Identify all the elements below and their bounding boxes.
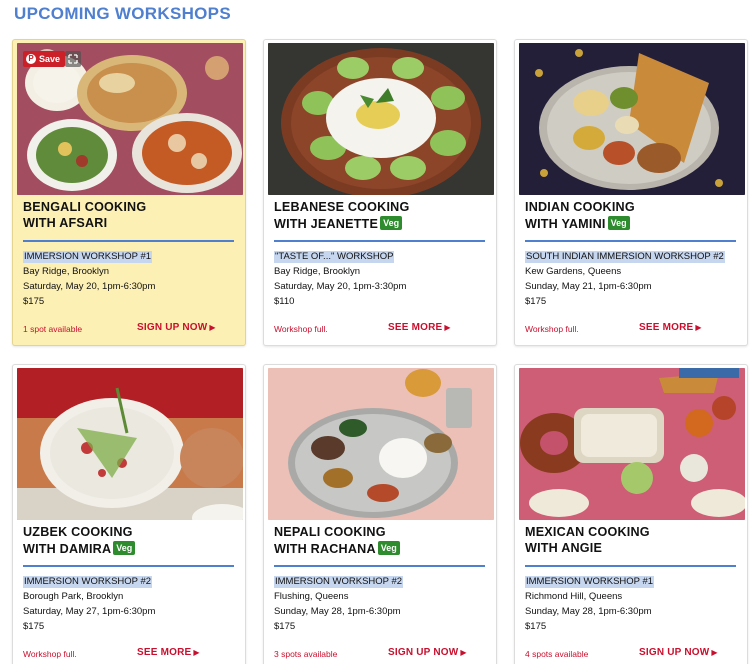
workshop-type: IMMERSION WORKSHOP #1 [525, 576, 655, 588]
action-label: SIGN UP NOW [137, 322, 208, 333]
pinterest-icon: P [26, 54, 36, 64]
availability-status: Workshop full. [274, 324, 328, 334]
right-triangle-icon: ▶ [193, 648, 200, 657]
availability-status: 1 spot available [23, 324, 83, 334]
workshop-name[interactable]: UZBEK COOKING WITH DAMIRA Veg [23, 525, 237, 557]
veg-badge: Veg [113, 540, 136, 555]
workshop-name-line1: INDIAN COOKING [525, 200, 635, 214]
workshop-card-mexican[interactable]: MEXICAN COOKING WITH ANGIE IMMERSION WOR… [514, 364, 748, 664]
divider [23, 240, 234, 242]
workshop-card-uzbek[interactable]: UZBEK COOKING WITH DAMIRA Veg IMMERSION W… [12, 364, 246, 664]
workshop-price: $175 [525, 296, 547, 307]
action-label: SEE MORE [137, 647, 192, 658]
veg-badge: Veg [380, 215, 403, 230]
workshop-card-nepali[interactable]: NEPALI COOKING WITH RACHANA Veg IMMERSION… [263, 364, 497, 664]
workshop-name-line1: LEBANESE COOKING [274, 200, 410, 214]
workshop-name[interactable]: INDIAN COOKING WITH YAMINI Veg [525, 200, 739, 232]
see-more-link[interactable]: SEE MORE ▶ [388, 322, 451, 333]
availability-status: 4 spots available [525, 649, 589, 659]
divider [525, 240, 736, 242]
right-triangle-icon: ▶ [460, 648, 467, 657]
workshop-name-line2: WITH ANGIE [525, 540, 603, 555]
workshop-name-line2: WITH AFSARI [23, 215, 108, 230]
divider [525, 565, 736, 567]
expand-icon[interactable] [65, 51, 81, 67]
action-label: SEE MORE [388, 322, 443, 333]
workshop-type: IMMERSION WORKSHOP #1 [23, 251, 153, 263]
see-more-link[interactable]: SEE MORE ▶ [137, 647, 200, 658]
workshop-price: $175 [23, 621, 45, 632]
right-triangle-icon: ▶ [711, 648, 718, 657]
workshop-location: Borough Park, Brooklyn [23, 591, 124, 602]
workshop-name-line2: WITH RACHANA [274, 541, 376, 556]
workshop-name[interactable]: LEBANESE COOKING WITH JEANETTE Veg [274, 200, 488, 232]
workshop-date: Sunday, May 21, 1pm-6:30pm [525, 281, 652, 292]
workshop-type: IMMERSION WORKSHOP #2 [23, 576, 153, 588]
workshop-date: Saturday, May 20, 1pm-3:30pm [274, 281, 407, 292]
workshop-photo-indian [519, 43, 745, 195]
workshop-price: $175 [23, 296, 45, 307]
workshop-location: Bay Ridge, Brooklyn [274, 266, 361, 277]
right-triangle-icon: ▶ [695, 323, 702, 332]
workshop-name-line1: NEPALI COOKING [274, 525, 386, 539]
workshop-name-line1: BENGALI COOKING [23, 200, 147, 214]
workshop-price: $175 [525, 621, 547, 632]
divider [274, 240, 485, 242]
workshop-location: Flushing, Queens [274, 591, 349, 602]
page-title: UPCOMING WORKSHOPS [14, 4, 231, 23]
workshop-name[interactable]: MEXICAN COOKING WITH ANGIE [525, 525, 739, 556]
divider [23, 565, 234, 567]
workshop-type: IMMERSION WORKSHOP #2 [274, 576, 404, 588]
pinterest-save-button[interactable]: P Save [23, 51, 66, 67]
workshop-name-line2: WITH YAMINI [525, 216, 606, 231]
workshop-date: Saturday, May 27, 1pm-6:30pm [23, 606, 156, 617]
availability-status: Workshop full. [525, 324, 579, 334]
action-label: SIGN UP NOW [388, 647, 459, 658]
sign-up-link[interactable]: SIGN UP NOW ▶ [388, 647, 467, 658]
workshop-price: $175 [274, 621, 296, 632]
workshop-name-line2: WITH DAMIRA [23, 541, 112, 556]
workshop-name-line1: MEXICAN COOKING [525, 525, 650, 539]
pinterest-save-label: Save [39, 54, 61, 64]
workshop-card-bengali[interactable]: P Save BENGALI COOKING WITH AFSARI IMMER… [12, 39, 246, 346]
action-label: SEE MORE [639, 322, 694, 333]
workshop-photo-nepali [268, 368, 494, 520]
right-triangle-icon: ▶ [209, 323, 216, 332]
workshop-location: Richmond Hill, Queens [525, 591, 623, 602]
veg-badge: Veg [607, 215, 630, 230]
workshop-name[interactable]: NEPALI COOKING WITH RACHANA Veg [274, 525, 488, 557]
workshop-price: $110 [274, 296, 295, 307]
workshop-name-line2: WITH JEANETTE [274, 216, 379, 231]
workshop-type: SOUTH INDIAN IMMERSION WORKSHOP #2 [525, 251, 725, 263]
workshop-card-lebanese[interactable]: LEBANESE COOKING WITH JEANETTE Veg "TASTE… [263, 39, 497, 346]
workshop-card-indian[interactable]: INDIAN COOKING WITH YAMINI Veg SOUTH INDI… [514, 39, 748, 346]
workshop-location: Kew Gardens, Queens [525, 266, 622, 277]
workshop-name[interactable]: BENGALI COOKING WITH AFSARI [23, 200, 237, 231]
workshop-name-line1: UZBEK COOKING [23, 525, 133, 539]
workshop-photo-lebanese [268, 43, 494, 195]
workshop-photo-mexican [519, 368, 745, 520]
see-more-link[interactable]: SEE MORE ▶ [639, 322, 702, 333]
availability-status: Workshop full. [23, 649, 77, 659]
sign-up-link[interactable]: SIGN UP NOW ▶ [137, 322, 216, 333]
workshop-date: Sunday, May 28, 1pm-6:30pm [525, 606, 652, 617]
right-triangle-icon: ▶ [444, 323, 451, 332]
sign-up-link[interactable]: SIGN UP NOW ▶ [639, 647, 718, 658]
workshop-location: Bay Ridge, Brooklyn [23, 266, 110, 277]
workshop-type: "TASTE OF..." WORKSHOP [274, 251, 395, 263]
veg-badge: Veg [377, 540, 400, 555]
divider [274, 565, 485, 567]
workshop-date: Sunday, May 28, 1pm-6:30pm [274, 606, 401, 617]
action-label: SIGN UP NOW [639, 647, 710, 658]
workshop-date: Saturday, May 20, 1pm-6:30pm [23, 281, 156, 292]
availability-status: 3 spots available [274, 649, 338, 659]
workshop-photo-uzbek [17, 368, 243, 520]
